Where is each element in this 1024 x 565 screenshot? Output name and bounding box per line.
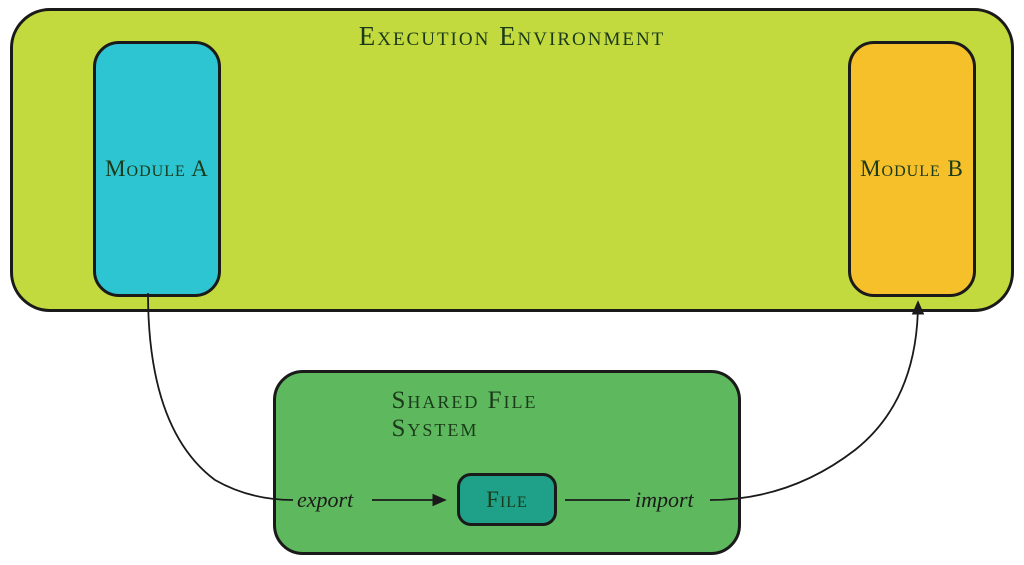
execution-environment-title: Execution Environment: [359, 21, 666, 52]
execution-environment-container: Execution Environment Module A Module B: [10, 8, 1014, 312]
module-a-box: Module A: [93, 41, 221, 297]
file-box: File: [457, 473, 557, 526]
module-a-label: Module A: [105, 156, 209, 182]
module-b-box: Module B: [848, 41, 976, 297]
export-label: export: [297, 487, 353, 513]
file-system-title: Shared File System: [392, 387, 623, 443]
import-label: import: [635, 487, 694, 513]
shared-file-system-container: Shared File System File: [273, 370, 741, 555]
module-b-label: Module B: [860, 156, 964, 182]
file-label: File: [486, 487, 528, 513]
